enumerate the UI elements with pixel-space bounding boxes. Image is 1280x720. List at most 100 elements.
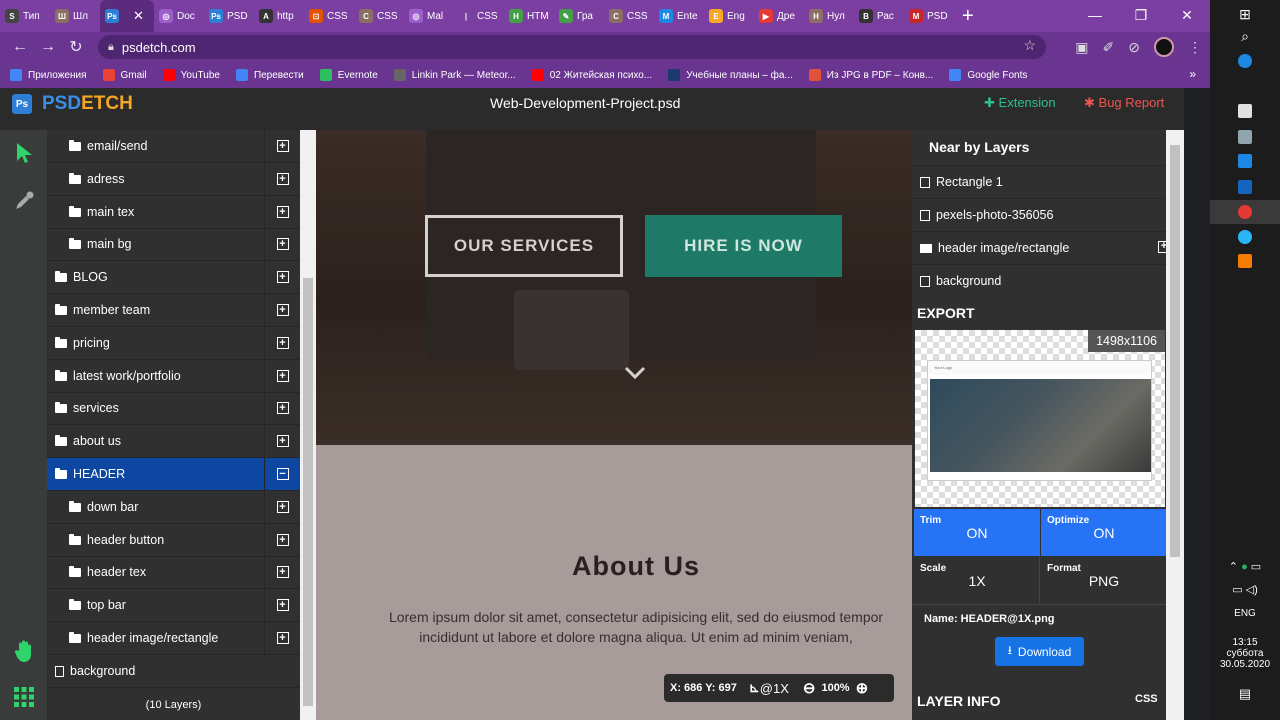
layer-row[interactable]: about us + bbox=[47, 425, 300, 458]
browser-tab[interactable]: ▶ Дре bbox=[754, 0, 804, 32]
chrome-icon[interactable] bbox=[1210, 200, 1280, 224]
windows-start-icon[interactable]: ⊞ bbox=[1210, 6, 1280, 23]
browser-tab[interactable]: Ps ✕ bbox=[100, 0, 154, 32]
format-option[interactable]: Format PNG bbox=[1041, 557, 1167, 604]
back-icon[interactable]: ← bbox=[6, 38, 34, 56]
browser-tab[interactable]: ✎ Гра bbox=[554, 0, 604, 32]
close-window-icon[interactable]: ✕ bbox=[1164, 0, 1210, 32]
near-layer-row[interactable]: Rectangle 1 bbox=[912, 165, 1166, 198]
near-layer-row[interactable]: background bbox=[912, 264, 1166, 297]
bug-report-link[interactable]: ✱ Bug Report bbox=[1084, 95, 1164, 111]
browser-tab[interactable]: ⊡ CSS bbox=[304, 0, 354, 32]
psdetch-logo[interactable]: Ps PSD ETCH bbox=[12, 93, 133, 115]
browser-tab[interactable]: M Ente bbox=[654, 0, 704, 32]
forward-icon[interactable]: → bbox=[34, 38, 62, 56]
store-icon[interactable] bbox=[1210, 104, 1280, 123]
language-indicator[interactable]: ENG bbox=[1210, 608, 1280, 619]
optimize-option[interactable]: Optimize ON bbox=[1041, 509, 1167, 556]
near-layer-row[interactable]: pexels-photo-356056 bbox=[912, 198, 1166, 231]
bookmark-item[interactable]: Gmail bbox=[102, 69, 147, 81]
layer-row[interactable]: pricing + bbox=[47, 327, 300, 360]
ruler-icon[interactable]: ⊾ bbox=[749, 680, 760, 696]
layer-row[interactable]: main bg + bbox=[47, 228, 300, 261]
bookmark-item[interactable]: Из JPG в PDF – Конв... bbox=[808, 69, 933, 81]
scale-readout[interactable]: @1X bbox=[760, 681, 789, 696]
expand-icon[interactable]: + bbox=[264, 425, 300, 457]
layer-row[interactable]: background bbox=[47, 655, 300, 688]
notifications-icon[interactable]: ▤ bbox=[1210, 686, 1280, 702]
expand-icon[interactable]: + bbox=[264, 228, 300, 260]
scale-option[interactable]: Scale 1X bbox=[914, 557, 1040, 604]
browser-tab[interactable]: Ш Шл bbox=[50, 0, 100, 32]
expand-icon[interactable]: + bbox=[264, 589, 300, 621]
browser-tab[interactable]: ◎ Doc bbox=[154, 0, 204, 32]
blocker-icon[interactable]: ⊘ bbox=[1128, 39, 1140, 56]
near-layer-row[interactable]: header image/rectangle + bbox=[912, 231, 1170, 264]
expand-icon[interactable]: + bbox=[264, 622, 300, 654]
expand-icon[interactable]: + bbox=[264, 556, 300, 588]
expand-icon[interactable]: + bbox=[264, 392, 300, 424]
zoom-in-icon[interactable]: ⊕ bbox=[856, 679, 869, 697]
layer-row[interactable]: header button + bbox=[47, 524, 300, 557]
collapse-icon[interactable]: − bbox=[264, 458, 300, 490]
eyedropper-tool[interactable] bbox=[0, 178, 47, 224]
browser-tab[interactable]: E Eng bbox=[704, 0, 754, 32]
layer-row[interactable]: down bar + bbox=[47, 491, 300, 524]
url-input[interactable]: 🔒︎ psdetch.com ☆ bbox=[98, 35, 1046, 59]
css-tab[interactable]: CSS bbox=[1135, 693, 1158, 705]
telegram-icon[interactable] bbox=[1210, 230, 1280, 249]
design-canvas[interactable]: OUR SERVICES HIRE IS NOW About Us Lorem … bbox=[316, 130, 912, 720]
bookmark-item[interactable]: Evernote bbox=[319, 69, 378, 81]
browser-tab[interactable]: C CSS bbox=[354, 0, 404, 32]
browser-tab[interactable]: B Рас bbox=[854, 0, 904, 32]
bookmark-item[interactable]: YouTube bbox=[162, 69, 220, 81]
browser-tab[interactable]: | CSS bbox=[454, 0, 504, 32]
browser-tab[interactable]: Н Нул bbox=[804, 0, 854, 32]
browser-tab[interactable]: S Тип bbox=[0, 0, 50, 32]
bookmarks-more-icon[interactable]: » bbox=[1189, 67, 1196, 81]
layer-row[interactable]: services + bbox=[47, 392, 300, 425]
browser-tab[interactable]: H HTM bbox=[504, 0, 554, 32]
expand-icon[interactable]: + bbox=[264, 261, 300, 293]
expand-icon[interactable]: + bbox=[264, 130, 300, 162]
close-tab-icon[interactable]: ✕ bbox=[133, 8, 144, 24]
inspector-scroll-thumb[interactable] bbox=[1170, 145, 1180, 557]
browser-tab[interactable]: C CSS bbox=[604, 0, 654, 32]
browser-tab[interactable]: ◎ Mal bbox=[404, 0, 454, 32]
layer-row[interactable]: main tex + bbox=[47, 196, 300, 229]
expand-icon[interactable]: + bbox=[264, 360, 300, 392]
profile-avatar[interactable] bbox=[1154, 37, 1174, 57]
photos-icon[interactable] bbox=[1210, 130, 1280, 149]
download-button[interactable]: ⭳ Download bbox=[995, 637, 1084, 666]
eyedropper-icon[interactable]: ✐ bbox=[1103, 39, 1115, 56]
mail-icon[interactable] bbox=[1210, 180, 1280, 199]
tray-icons-2[interactable]: ▭ ◁) bbox=[1210, 583, 1280, 596]
layer-row[interactable]: latest work/portfolio + bbox=[47, 360, 300, 393]
extension-icon[interactable]: ▣ bbox=[1075, 39, 1088, 56]
layer-row[interactable]: HEADER − bbox=[47, 458, 300, 491]
bookmark-item[interactable]: Linkin Park — Meteor... bbox=[393, 69, 516, 81]
hand-tool[interactable] bbox=[0, 628, 47, 674]
layer-row[interactable]: BLOG + bbox=[47, 261, 300, 294]
bookmark-item[interactable]: Google Fonts bbox=[949, 69, 1027, 81]
search-icon[interactable]: ⌕ bbox=[1210, 28, 1280, 45]
layer-row[interactable]: header image/rectangle + bbox=[47, 622, 300, 655]
layer-row[interactable]: top bar + bbox=[47, 589, 300, 622]
clock-time[interactable]: 13:15 bbox=[1210, 637, 1280, 648]
bookmark-item[interactable]: Приложения bbox=[10, 69, 87, 81]
bookmark-star-icon[interactable]: ☆ bbox=[1023, 37, 1036, 54]
expand-icon[interactable]: + bbox=[264, 524, 300, 556]
layer-row[interactable]: header tex + bbox=[47, 556, 300, 589]
zoom-out-icon[interactable]: ⊖ bbox=[803, 679, 816, 697]
bookmark-item[interactable]: Учебные планы – фа... bbox=[668, 69, 793, 81]
our-services-button[interactable]: OUR SERVICES bbox=[425, 215, 623, 277]
browser-tab[interactable]: Ahttp bbox=[254, 0, 304, 32]
minimize-icon[interactable]: — bbox=[1072, 0, 1118, 32]
expand-icon[interactable]: + bbox=[264, 196, 300, 228]
layers-scrollbar[interactable] bbox=[300, 130, 316, 720]
bookmark-item[interactable]: 02 Житейская психо... bbox=[531, 69, 652, 81]
new-tab-icon[interactable]: + bbox=[962, 5, 974, 28]
hire-now-button[interactable]: HIRE IS NOW bbox=[645, 215, 842, 277]
layer-row[interactable]: adress + bbox=[47, 163, 300, 196]
expand-icon[interactable]: + bbox=[264, 163, 300, 195]
